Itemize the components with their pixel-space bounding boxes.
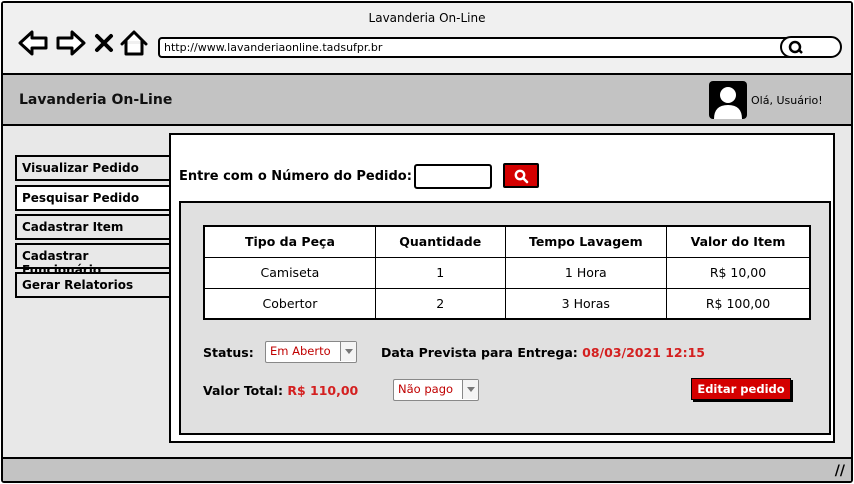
column-header: Quantidade	[374, 225, 506, 258]
edit-order-button[interactable]: Editar pedido	[691, 378, 791, 400]
table-cell: 1	[374, 256, 506, 289]
delivery-date-value: 08/03/2021 12:15	[582, 345, 706, 360]
order-total: Valor Total: R$ 110,00	[203, 383, 358, 398]
search-icon	[514, 169, 529, 183]
user-icon	[714, 87, 742, 119]
status-label: Status:	[203, 345, 254, 360]
column-header: Tipo da Peça	[203, 225, 376, 258]
sidebar-item-cadastrar-item[interactable]: Cadastrar Item	[15, 214, 171, 240]
avatar[interactable]	[709, 81, 747, 119]
url-bar[interactable]: http://www.lavanderiaonline.tadsufpr.br	[158, 37, 795, 58]
payment-select[interactable]: Não pago	[393, 379, 479, 401]
app-title: Lavanderia On-Line	[19, 92, 173, 108]
table-cell: R$ 10,00	[666, 256, 811, 289]
order-number-input[interactable]	[414, 164, 492, 189]
table-cell: Cobertor	[203, 287, 376, 320]
table-cell: R$ 100,00	[666, 287, 811, 320]
order-details: Tipo da Peça Quantidade Tempo Lavagem Va…	[179, 201, 831, 435]
sidebar-item-gerar-relatorios[interactable]: Gerar Relatorios	[15, 272, 171, 298]
total-label: Valor Total:	[203, 383, 283, 398]
app-header: Lavanderia On-Line Olá, Usuário!	[3, 75, 851, 126]
column-header: Tempo Lavagem	[504, 225, 668, 258]
home-icon[interactable]	[119, 29, 149, 57]
sidebar-item-cadastrar-funcionario[interactable]: Cadastrar Funcionário	[15, 243, 171, 277]
table-header-row: Tipo da Peça Quantidade Tempo Lavagem Va…	[203, 225, 811, 258]
magnifier-icon	[788, 40, 803, 54]
forward-arrow-icon[interactable]	[55, 29, 87, 57]
search-button[interactable]	[503, 163, 539, 188]
sidebar-item-visualizar-pedido[interactable]: Visualizar Pedido	[15, 155, 171, 181]
column-header: Valor do Item	[666, 225, 811, 258]
table-cell: 1 Hora	[504, 256, 668, 289]
close-x-icon[interactable]	[93, 29, 115, 57]
table-cell: 2	[374, 287, 506, 320]
table-row: Cobertor 2 3 Horas R$ 100,00	[203, 287, 811, 320]
resize-handle-icon[interactable]: //	[835, 463, 845, 479]
chevron-down-icon	[462, 380, 478, 399]
total-value: R$ 110,00	[287, 383, 359, 398]
delivery-date-label: Data Prevista para Entrega:	[381, 345, 578, 360]
sidebar-item-pesquisar-pedido[interactable]: Pesquisar Pedido	[15, 185, 175, 211]
status-bar: //	[3, 457, 851, 481]
browser-window: Lavanderia On-Line http://www.lavanderia…	[1, 1, 853, 483]
order-number-label: Entre com o Número do Pedido:	[179, 169, 412, 184]
status-select-value: Em Aberto	[270, 344, 331, 358]
items-table: Tipo da Peça Quantidade Tempo Lavagem Va…	[203, 225, 811, 320]
browser-chrome: Lavanderia On-Line http://www.lavanderia…	[3, 3, 851, 75]
payment-select-value: Não pago	[398, 382, 454, 396]
user-greeting: Olá, Usuário!	[751, 94, 823, 107]
search-panel: Entre com o Número do Pedido: Tipo da Pe…	[169, 133, 835, 443]
table-row: Camiseta 1 1 Hora R$ 10,00	[203, 256, 811, 289]
table-cell: Camiseta	[203, 256, 376, 289]
table-cell: 3 Horas	[504, 287, 668, 320]
browser-search-field[interactable]	[780, 36, 842, 58]
delivery-date: Data Prevista para Entrega: 08/03/2021 1…	[381, 345, 705, 360]
chevron-down-icon	[340, 342, 356, 361]
back-arrow-icon[interactable]	[17, 29, 49, 57]
window-title: Lavanderia On-Line	[368, 11, 486, 25]
status-select[interactable]: Em Aberto	[265, 341, 357, 363]
